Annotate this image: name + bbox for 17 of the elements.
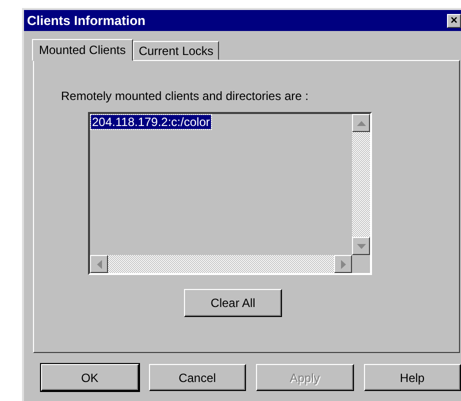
- scroll-left-icon[interactable]: [90, 255, 108, 273]
- dialog-button[interactable]: OK: [41, 364, 138, 391]
- close-button[interactable]: ×: [447, 14, 461, 28]
- horizontal-scrollbar[interactable]: [90, 255, 352, 273]
- scroll-right-icon[interactable]: [334, 255, 352, 273]
- scroll-down-icon[interactable]: [352, 237, 370, 255]
- tab[interactable]: Current Locks: [132, 41, 220, 60]
- list-item[interactable]: 204.118.179.2:c:/color: [91, 115, 211, 129]
- window-title: Clients Information: [27, 13, 146, 28]
- list-label: Remotely mounted clients and directories are :: [61, 89, 308, 103]
- client-list[interactable]: 204.118.179.2:c:/color: [88, 112, 372, 275]
- dialog-button[interactable]: Cancel: [148, 364, 246, 391]
- clear-all-button[interactable]: Clear All: [184, 289, 282, 317]
- tab[interactable]: Mounted Clients: [32, 39, 133, 61]
- vertical-scrollbar[interactable]: [352, 114, 370, 255]
- scroll-up-icon[interactable]: [352, 114, 370, 132]
- dialog-button[interactable]: Help: [364, 364, 461, 391]
